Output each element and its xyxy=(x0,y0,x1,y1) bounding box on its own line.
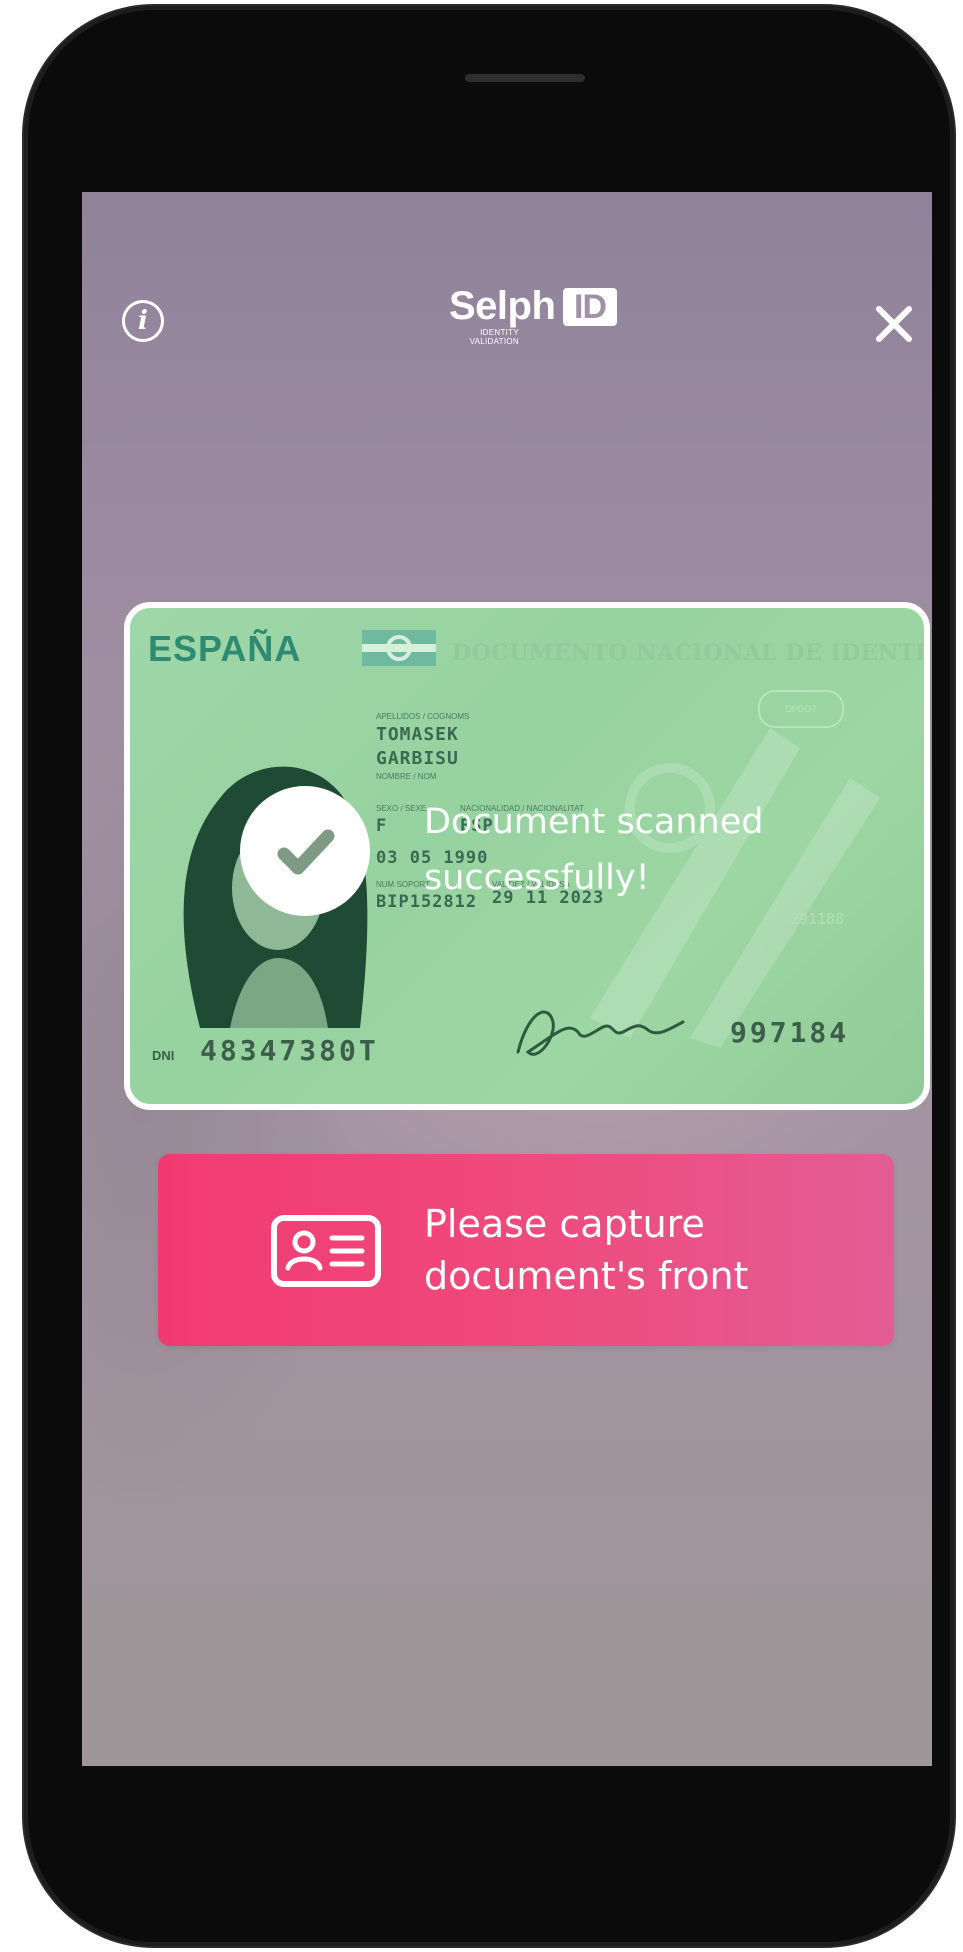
close-icon[interactable] xyxy=(874,304,914,344)
selphid-logo: Selph ID IDENTITY VALIDATION xyxy=(437,284,637,346)
id-card-icon xyxy=(271,1215,381,1287)
check-icon xyxy=(240,786,370,916)
info-icon[interactable]: i xyxy=(122,300,164,342)
capture-prompt-banner: Please capture document's front xyxy=(158,1154,894,1346)
camera-screen: i Selph ID IDENTITY VALIDATION ESPAÑA DO… xyxy=(82,192,932,1766)
phone-frame: i Selph ID IDENTITY VALIDATION ESPAÑA DO… xyxy=(24,6,954,1946)
phone-speaker xyxy=(465,74,585,82)
scan-success-overlay: Document scanned successfully! xyxy=(130,608,924,1104)
scan-success-message: Document scanned successfully! xyxy=(424,802,764,898)
capture-prompt-text: Please capture document's front xyxy=(424,1202,749,1298)
scanned-id-card: ESPAÑA DOCUMENTO NACIONAL DE IDENTIDAD D… xyxy=(124,602,930,1110)
logo-word: Selph xyxy=(449,284,556,328)
top-bar: i Selph ID IDENTITY VALIDATION xyxy=(82,192,932,392)
logo-id-box: ID xyxy=(563,288,617,326)
logo-tagline: IDENTITY VALIDATION xyxy=(469,328,519,346)
